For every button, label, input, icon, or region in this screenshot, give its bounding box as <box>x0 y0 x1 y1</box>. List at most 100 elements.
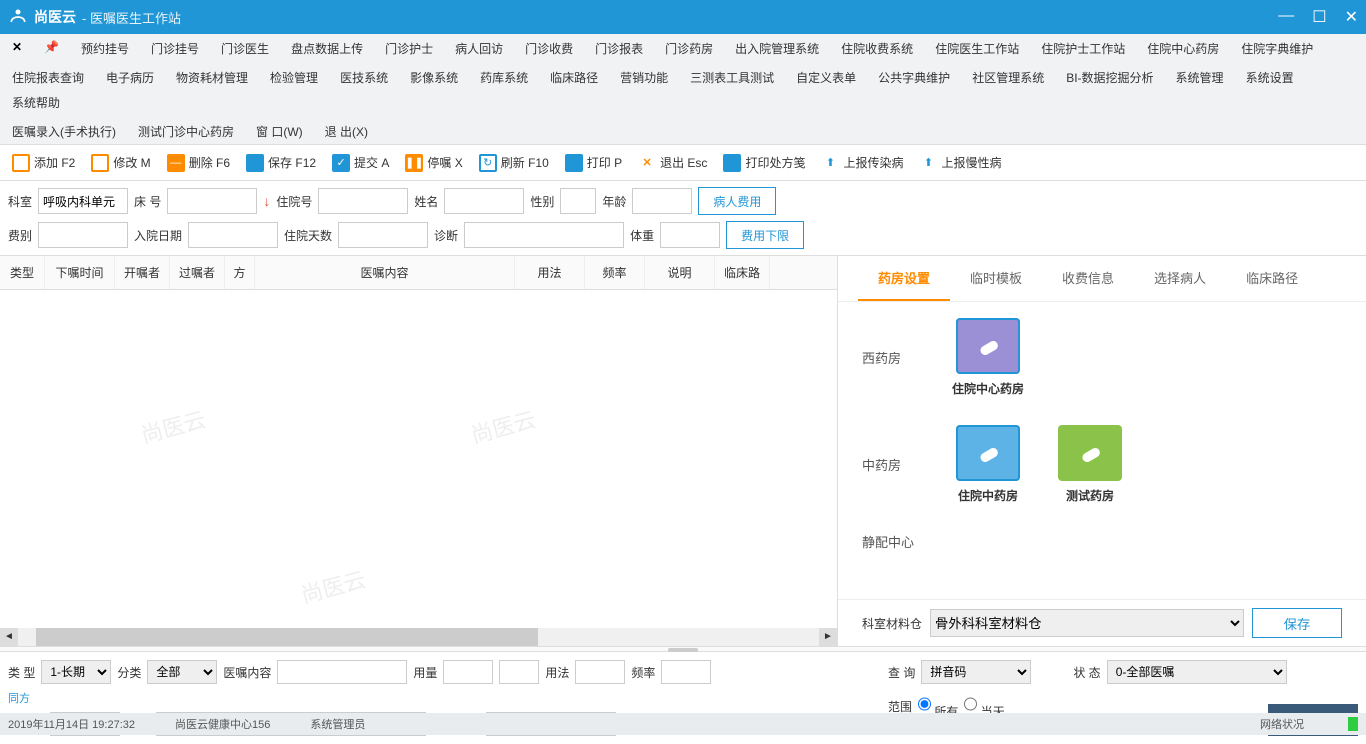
menu-item[interactable]: 医嘱录入(手术执行) <box>8 121 120 142</box>
menu-item[interactable]: 住院中心药房 <box>1143 38 1223 59</box>
rx-button[interactable]: 打印处方笺 <box>719 152 809 174</box>
grid-col-header[interactable]: 方 <box>225 256 255 289</box>
menu-item[interactable]: BI-数据挖掘分析 <box>1062 67 1157 88</box>
pharmacy-item[interactable]: 住院中心药房 <box>952 318 1024 397</box>
menu-item[interactable]: 影像系统 <box>406 67 462 88</box>
menu-item[interactable]: 门诊医生 <box>217 38 273 59</box>
tab-close-icon[interactable]: ✕ <box>8 38 26 59</box>
material-store-select[interactable]: 骨外科科室材料仓 <box>930 609 1244 637</box>
grid-col-header[interactable]: 说明 <box>645 256 715 289</box>
menu-item[interactable]: 电子病历 <box>102 67 158 88</box>
menu-item[interactable]: 病人回访 <box>451 38 507 59</box>
menu-item[interactable]: 社区管理系统 <box>968 67 1048 88</box>
scroll-right-button[interactable]: ► <box>819 628 837 646</box>
grid-col-header[interactable]: 下嘱时间 <box>45 256 115 289</box>
dept-field[interactable] <box>38 188 128 214</box>
menu-item[interactable]: 门诊药房 <box>661 38 717 59</box>
menu-item[interactable]: 公共字典维护 <box>874 67 954 88</box>
fee-limit-button[interactable]: 费用下限 <box>726 221 804 249</box>
age-field[interactable] <box>632 188 692 214</box>
freq-field[interactable] <box>661 660 711 684</box>
order-content-field[interactable] <box>277 660 407 684</box>
menu-item[interactable]: 营销功能 <box>616 67 672 88</box>
maximize-button[interactable]: ☐ <box>1312 7 1326 27</box>
sort-icon[interactable]: ↓ <box>263 193 270 209</box>
pharmacy-save-button[interactable]: 保存 <box>1252 608 1342 638</box>
menu-item[interactable]: 医技系统 <box>336 67 392 88</box>
grid-col-header[interactable]: 过嘱者 <box>170 256 225 289</box>
menu-item[interactable]: 门诊报表 <box>591 38 647 59</box>
exit-button[interactable]: ✕退出 Esc <box>634 152 711 174</box>
tab-1[interactable]: 临时模板 <box>950 256 1042 301</box>
menu-item[interactable]: 药库系统 <box>476 67 532 88</box>
submit-button[interactable]: ✓提交 A <box>328 152 393 174</box>
admit-date-field[interactable] <box>188 222 278 248</box>
menu-item[interactable]: 系统管理 <box>1172 67 1228 88</box>
tab-3[interactable]: 选择病人 <box>1134 256 1226 301</box>
menu-item[interactable]: 出入院管理系统 <box>731 38 823 59</box>
menu-item[interactable]: 系统帮助 <box>8 92 64 113</box>
menu-item[interactable]: 测试门诊中心药房 <box>134 121 238 142</box>
refresh-button[interactable]: ↻刷新 F10 <box>475 152 553 174</box>
grid-col-header[interactable]: 临床路 <box>715 256 770 289</box>
grid-col-header[interactable]: 类型 <box>0 256 45 289</box>
grid-col-header[interactable]: 医嘱内容 <box>255 256 515 289</box>
menu-item[interactable]: 三测表工具测试 <box>686 67 778 88</box>
menu-item[interactable]: 检验管理 <box>266 67 322 88</box>
add-button[interactable]: 添加 F2 <box>8 152 79 174</box>
menu-item[interactable]: 门诊护士 <box>381 38 437 59</box>
tab-2[interactable]: 收费信息 <box>1042 256 1134 301</box>
status-select[interactable]: 0-全部医嘱 <box>1107 660 1287 684</box>
scroll-left-button[interactable]: ◄ <box>0 628 18 646</box>
menu-item[interactable]: 退 出(X) <box>321 121 372 142</box>
horizontal-scrollbar[interactable]: ◄ ► <box>0 628 837 646</box>
menu-item[interactable]: 门诊收费 <box>521 38 577 59</box>
save-button[interactable]: 保存 F12 <box>242 152 320 174</box>
name-field[interactable] <box>444 188 524 214</box>
patient-fee-button[interactable]: 病人费用 <box>698 187 776 215</box>
grid-col-header[interactable]: 用法 <box>515 256 585 289</box>
diag-field[interactable] <box>464 222 624 248</box>
close-button[interactable]: ✕ <box>1345 7 1358 27</box>
reportInf-button[interactable]: ⬆上报传染病 <box>817 152 907 174</box>
menu-item[interactable]: 住院字典维护 <box>1237 38 1317 59</box>
menu-item[interactable]: 门诊挂号 <box>147 38 203 59</box>
edit-button[interactable]: 修改 M <box>87 152 154 174</box>
sex-field[interactable] <box>560 188 596 214</box>
category-select[interactable]: 全部 <box>147 660 217 684</box>
tab-4[interactable]: 临床路径 <box>1226 256 1318 301</box>
dose-field[interactable] <box>443 660 493 684</box>
grid-col-header[interactable]: 开嘱者 <box>115 256 170 289</box>
menu-item[interactable]: 预约挂号 <box>77 38 133 59</box>
minimize-button[interactable]: — <box>1278 7 1294 27</box>
print-button[interactable]: 打印 P <box>561 152 626 174</box>
del-button[interactable]: —删除 F6 <box>163 152 234 174</box>
grid-body[interactable]: 尚医云 尚医云 尚医云 <box>0 290 837 628</box>
menu-item[interactable]: 盘点数据上传 <box>287 38 367 59</box>
weight-field[interactable] <box>660 222 720 248</box>
menu-item[interactable]: 住院报表查询 <box>8 67 88 88</box>
pharmacy-item[interactable]: 测试药房 <box>1054 425 1126 504</box>
menu-item[interactable]: 临床路径 <box>546 67 602 88</box>
dose-unit-field[interactable] <box>499 660 539 684</box>
menu-item[interactable]: 住院收费系统 <box>837 38 917 59</box>
same-rx-link[interactable]: 同方 <box>8 690 32 706</box>
inpatient-no-field[interactable] <box>318 188 408 214</box>
days-field[interactable] <box>338 222 428 248</box>
grid-col-header[interactable]: 频率 <box>585 256 645 289</box>
menu-item[interactable]: 住院医生工作站 <box>931 38 1023 59</box>
usage-field[interactable] <box>575 660 625 684</box>
menu-item[interactable]: 系统设置 <box>1242 67 1298 88</box>
pharmacy-item[interactable]: 住院中药房 <box>952 425 1024 504</box>
menu-item[interactable]: 自定义表单 <box>792 67 860 88</box>
menu-item[interactable]: 物资耗材管理 <box>172 67 252 88</box>
tab-0[interactable]: 药房设置 <box>858 256 950 301</box>
query-select[interactable]: 拼音码 <box>921 660 1031 684</box>
order-type-select[interactable]: 1-长期 <box>41 660 111 684</box>
pin-icon[interactable]: 📌 <box>40 38 63 59</box>
pause-button[interactable]: ❚❚停嘱 X <box>401 152 466 174</box>
menu-item[interactable]: 住院护士工作站 <box>1037 38 1129 59</box>
scroll-thumb[interactable] <box>36 628 538 646</box>
bed-field[interactable] <box>167 188 257 214</box>
menu-item[interactable]: 窗 口(W) <box>252 121 307 142</box>
